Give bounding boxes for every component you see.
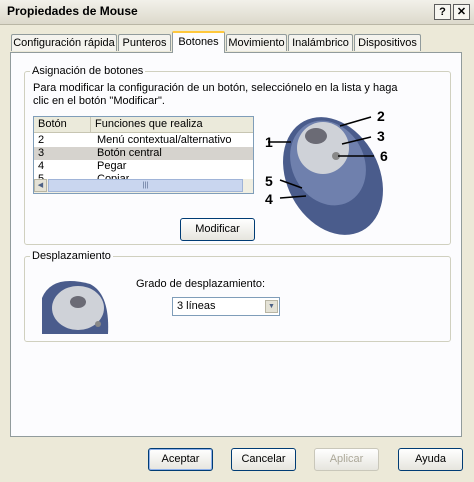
- scroll-degree-value: 3 líneas: [177, 300, 216, 312]
- window-title: Propiedades de Mouse: [7, 4, 138, 18]
- callout-1: 1: [265, 134, 273, 150]
- button-function-list[interactable]: Botón Funciones que realiza 2 Menú conte…: [33, 116, 254, 194]
- chevron-down-icon[interactable]: ▼: [265, 300, 278, 313]
- horizontal-scrollbar[interactable]: ◀ ||| ▶: [34, 179, 253, 193]
- instructions-text: Para modificar la configuración de un bo…: [33, 82, 398, 107]
- tab-botones[interactable]: Botones: [172, 31, 225, 53]
- list-item-function: Menú contextual/alternativo: [97, 134, 232, 146]
- close-button[interactable]: ✕: [453, 4, 470, 20]
- list-item-function: Botón central: [97, 147, 162, 159]
- scroll-degree-select[interactable]: 3 líneas ▼: [172, 297, 280, 316]
- list-item-button: 2: [38, 134, 45, 146]
- list-item-button[interactable]: 4: [34, 160, 44, 173]
- scroll-degree-label: Grado de desplazamiento:: [136, 278, 266, 290]
- scroll-left-button[interactable]: ◀: [34, 179, 47, 192]
- callout-5: 5: [265, 173, 273, 189]
- apply-button: Aplicar: [314, 448, 379, 471]
- list-item-function[interactable]: Pegar: [93, 160, 126, 173]
- help-button[interactable]: Ayuda: [398, 448, 463, 471]
- mouse-illustration: [268, 116, 383, 235]
- cancel-button[interactable]: Cancelar: [231, 448, 296, 471]
- ok-button[interactable]: Aceptar: [148, 448, 213, 471]
- close-icon: ✕: [456, 6, 467, 18]
- scroll-thumb[interactable]: |||: [48, 179, 243, 192]
- scroll-wheel-illustration: [42, 278, 110, 334]
- tab-dispositivos[interactable]: Dispositivos: [354, 34, 421, 51]
- list-item-button: 3: [38, 147, 45, 159]
- button-assignment-group-label: Asignación de botones: [30, 65, 146, 77]
- modify-button[interactable]: Modificar: [180, 218, 255, 241]
- tab-movimiento[interactable]: Movimiento: [226, 34, 287, 51]
- callout-2: 2: [377, 108, 385, 124]
- list-item[interactable]: [34, 119, 253, 132]
- callout-6: 6: [380, 148, 388, 164]
- tab-configuracion-rapida[interactable]: Configuración rápida: [11, 34, 117, 51]
- tab-punteros[interactable]: Punteros: [118, 34, 171, 51]
- callout-4: 4: [265, 191, 273, 207]
- callout-3: 3: [377, 128, 385, 144]
- help-title-button[interactable]: ?: [434, 4, 451, 20]
- scrolling-group-label: Desplazamiento: [30, 250, 113, 262]
- tab-inalambrico[interactable]: Inalámbrico: [288, 34, 353, 51]
